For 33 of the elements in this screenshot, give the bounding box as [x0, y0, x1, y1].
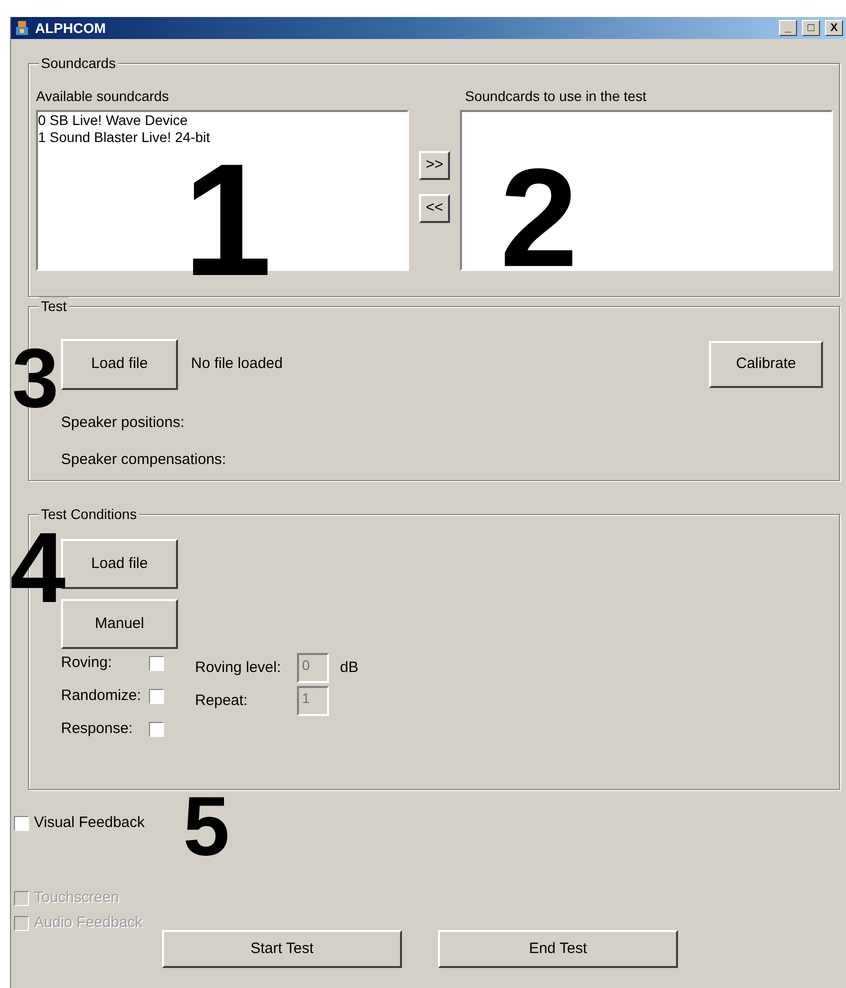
- checkbox[interactable]: [149, 722, 164, 736]
- load-file-button[interactable]: Load file: [61, 339, 178, 390]
- callout-number: 5: [183, 784, 230, 868]
- option-label: Roving:: [61, 652, 113, 673]
- list-label: Soundcards to use in the test: [464, 87, 648, 106]
- add-button[interactable]: >>: [419, 151, 450, 180]
- maximize-button[interactable]: □: [802, 20, 820, 36]
- checkbox-label: Visual Feedback: [34, 813, 145, 834]
- manual-button[interactable]: Manuel: [61, 599, 178, 649]
- callout-number: 3: [12, 336, 59, 420]
- field-label: Roving level:: [195, 658, 282, 678]
- minimize-button[interactable]: _: [779, 20, 797, 36]
- calibrate-button[interactable]: Calibrate: [709, 341, 823, 388]
- list-label: Available soundcards: [36, 87, 170, 106]
- checkbox[interactable]: [149, 656, 164, 670]
- option-label: Randomize:: [61, 686, 142, 706]
- unit-label: dB: [340, 658, 358, 678]
- list-item[interactable]: 0 SB Live! Wave Device: [38, 112, 407, 129]
- speaker-compensations-label: Speaker compensations:: [61, 450, 228, 470]
- speaker-positions-label: Speaker positions:: [61, 413, 186, 433]
- window-title: ALPHCOM: [35, 18, 107, 38]
- checkbox[interactable]: [149, 688, 164, 704]
- option-label: Response:: [61, 718, 134, 739]
- remove-button[interactable]: <<: [419, 194, 450, 223]
- file-status: No file loaded: [191, 354, 284, 374]
- start-button[interactable]: Start Test: [162, 930, 402, 968]
- list-item[interactable]: 1 Sound Blaster Live! 24-bit: [38, 129, 407, 146]
- callout-number: 2: [500, 148, 578, 288]
- end-button[interactable]: End Test: [438, 930, 678, 968]
- close-button[interactable]: X: [825, 20, 843, 36]
- checkbox[interactable]: [14, 816, 29, 831]
- field-label: Repeat:: [195, 690, 249, 711]
- app-icon: [14, 20, 30, 36]
